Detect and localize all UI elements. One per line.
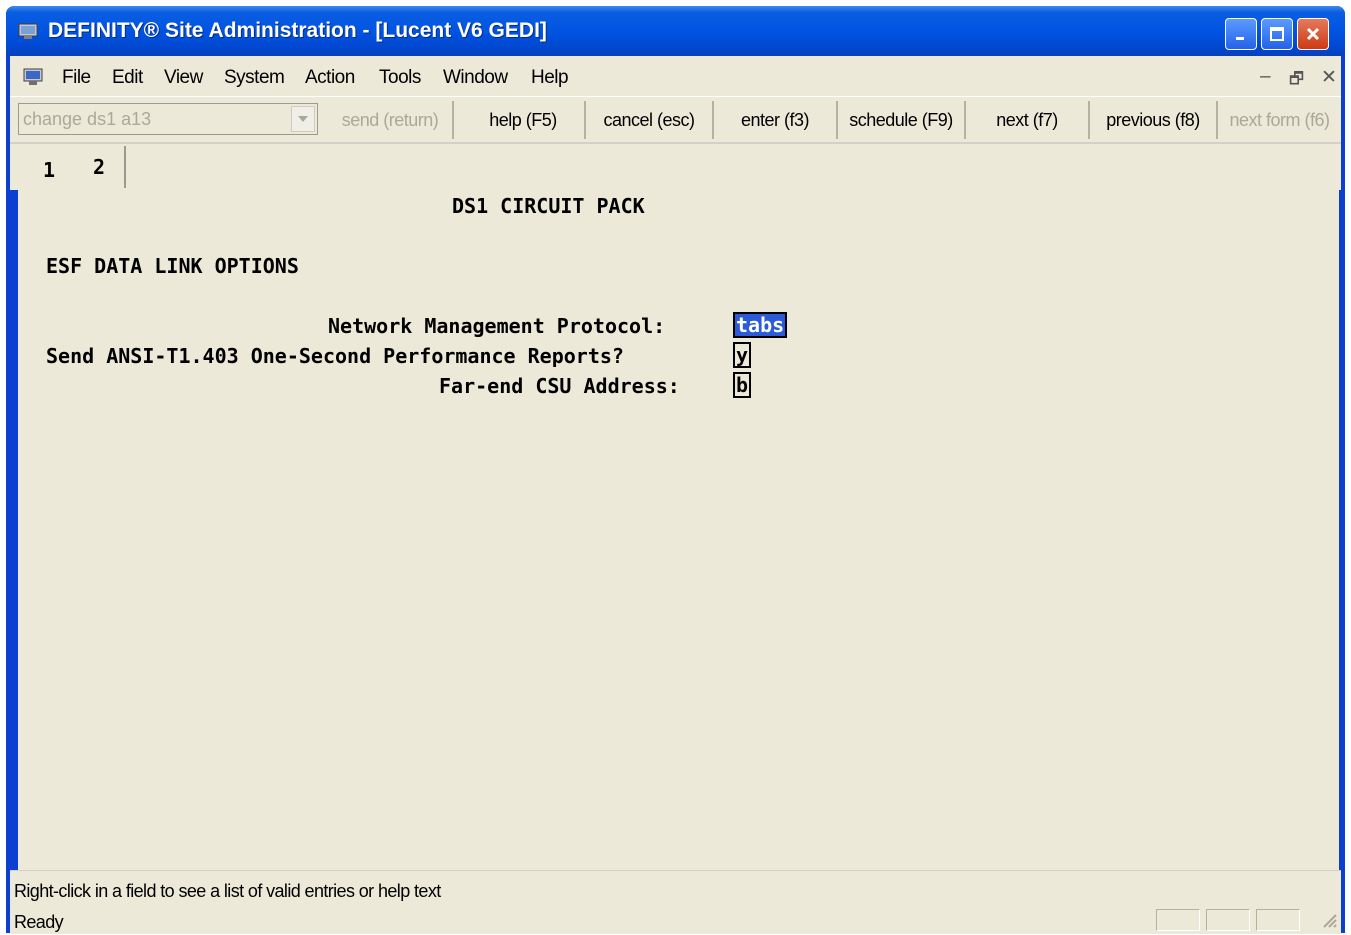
menu-file[interactable]: File — [62, 67, 91, 89]
page-tabs: 1 2 — [10, 142, 1341, 190]
toolbar: change ds1 a13 send (return) help (F5) c… — [10, 96, 1341, 143]
cancel-button[interactable]: cancel (esc) — [586, 101, 714, 139]
chevron-down-icon[interactable] — [291, 106, 315, 132]
close-button[interactable] — [1297, 18, 1329, 50]
mdi-close-button[interactable]: ✕ — [1321, 66, 1337, 89]
status-pane-3 — [1256, 909, 1300, 931]
maximize-button[interactable] — [1261, 18, 1293, 50]
help-button[interactable]: help (F5) — [462, 101, 586, 139]
command-combobox[interactable]: change ds1 a13 — [18, 103, 318, 135]
title-bar[interactable]: DEFINITY® Site Administration - [Lucent … — [6, 6, 1345, 56]
menu-window[interactable]: Window — [443, 67, 508, 89]
tab-page-2[interactable]: 2 — [74, 146, 126, 188]
status-bar: Right-click in a field to see a list of … — [10, 870, 1341, 934]
enter-button[interactable]: enter (f3) — [714, 101, 838, 139]
reports-field[interactable]: y — [733, 342, 752, 368]
field-label-protocol: Network Management Protocol: — [328, 314, 666, 338]
maximize-icon — [1270, 27, 1284, 41]
previous-button[interactable]: previous (f8) — [1090, 101, 1218, 139]
menu-help[interactable]: Help — [531, 67, 569, 89]
mdi-minimize-button[interactable]: – — [1260, 66, 1271, 88]
app-window: DEFINITY® Site Administration - [Lucent … — [6, 6, 1345, 934]
minimize-button[interactable] — [1225, 18, 1257, 50]
menu-tools[interactable]: Tools — [379, 67, 421, 89]
section-title: ESF DATA LINK OPTIONS — [46, 254, 299, 278]
menu-bar: File Edit View System Action Tools Windo… — [10, 56, 1341, 96]
menu-edit[interactable]: Edit — [112, 67, 143, 89]
next-form-button[interactable]: next form (f6) — [1218, 101, 1341, 139]
tab-page-1[interactable]: 1 — [24, 150, 74, 190]
resize-grip-icon[interactable] — [1319, 910, 1337, 932]
minimize-icon — [1236, 37, 1244, 40]
send-button[interactable]: send (return) — [328, 101, 454, 139]
close-icon — [1306, 27, 1320, 41]
mdi-restore-button[interactable]: 🗗 — [1289, 68, 1304, 95]
schedule-button[interactable]: schedule (F9) — [838, 101, 966, 139]
next-button[interactable]: next (f7) — [966, 101, 1090, 139]
status-text: Ready — [14, 912, 64, 932]
form-heading: DS1 CIRCUIT PACK — [452, 194, 645, 218]
document-icon[interactable] — [22, 66, 46, 88]
menu-system[interactable]: System — [224, 67, 285, 89]
help-text: Right-click in a field to see a list of … — [14, 881, 441, 901]
status-pane-1 — [1156, 909, 1200, 931]
field-label-reports: Send ANSI-T1.403 One-Second Performance … — [46, 344, 624, 368]
window-title: DEFINITY® Site Administration - [Lucent … — [48, 19, 547, 42]
csu-address-field[interactable]: b — [733, 372, 752, 398]
menu-view[interactable]: View — [164, 67, 203, 89]
command-value: change ds1 a13 — [23, 109, 152, 129]
field-label-csu: Far-end CSU Address: — [439, 374, 680, 398]
menu-action[interactable]: Action — [305, 67, 355, 89]
app-icon — [18, 22, 38, 40]
form-area: DS1 CIRCUIT PACK ESF DATA LINK OPTIONS N… — [18, 188, 1339, 870]
status-pane-2 — [1206, 909, 1250, 931]
protocol-field[interactable]: tabs — [733, 312, 788, 338]
